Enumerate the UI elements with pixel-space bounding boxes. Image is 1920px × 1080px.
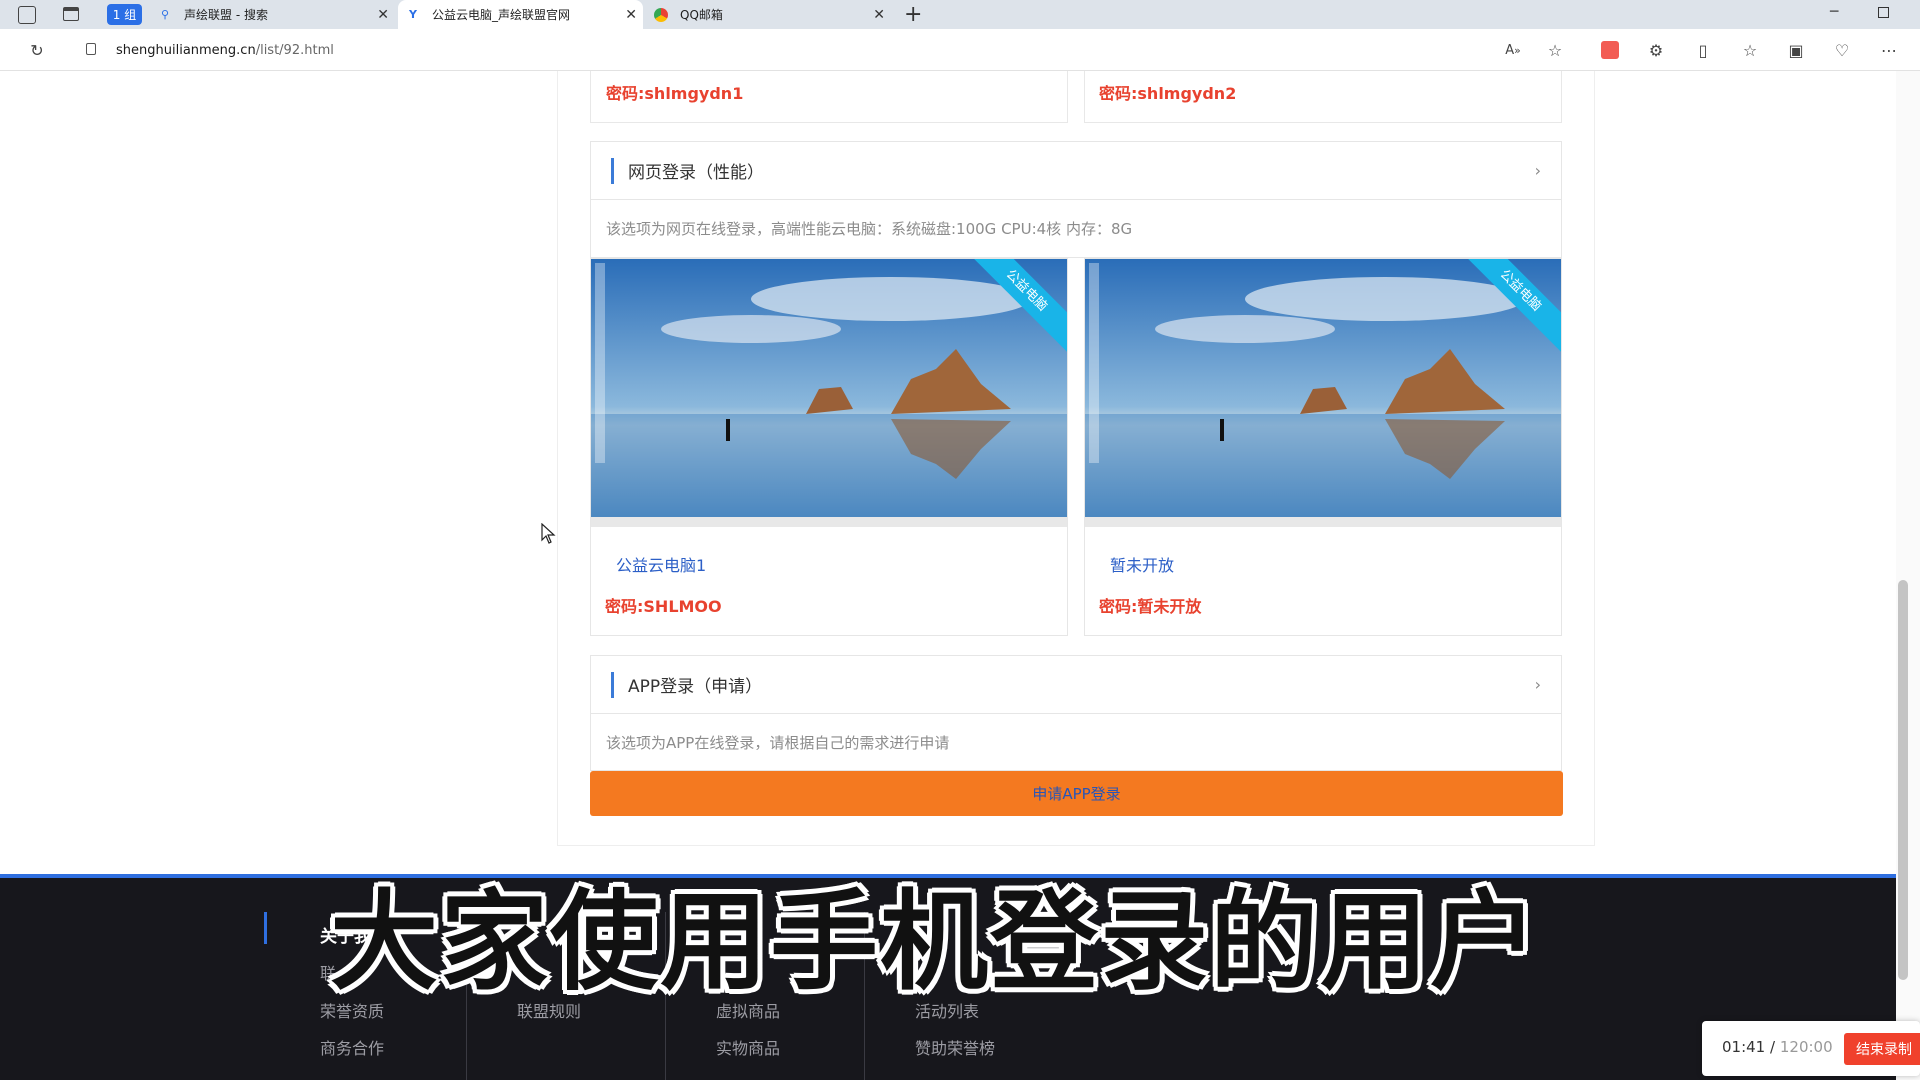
browser-essentials-icon[interactable]: ♡ [1829,37,1855,63]
apply-app-login-button[interactable]: 申请APP登录 [590,771,1563,816]
stop-recording-button[interactable]: 结束录制 [1844,1033,1920,1065]
favorites-icon[interactable]: ☆ [1737,37,1763,63]
cloud-pc-name[interactable]: 暂未开放 [1110,552,1174,576]
url-text: shenghuilianmeng.cn/list/92.html [116,42,334,58]
extension-red-icon[interactable] [1597,37,1623,63]
password-text: 密码:shlmgydn2 [1099,84,1237,103]
tab-title: QQ邮箱 [680,8,723,22]
read-aloud-icon[interactable]: A» [1500,37,1526,63]
split-screen-icon[interactable]: ▯ [1690,37,1716,63]
tab-qqmail[interactable]: QQ邮箱 ✕ [646,0,891,29]
screen-recorder-widget: 01:41 / 120:00 结束录制 [1702,1021,1920,1076]
web-login-header[interactable]: 网页登录（性能） › [590,141,1562,200]
section-title: 网页登录（性能） [628,163,764,183]
accent-bar [611,157,614,184]
site-logo-icon: Y [409,8,417,21]
close-icon[interactable]: ✕ [625,7,637,23]
cloud-pc-card-2[interactable]: 公益电脑 暂未开放 密码:暂未开放 [1084,258,1562,636]
section-description: 该选项为网页在线登录，高端性能云电脑：系统磁盘:100G CPU:4核 内存：8… [590,200,1562,258]
cloud-pc-card-1[interactable]: 公益电脑 公益云电脑1 密码:SHLMOO [590,258,1068,636]
restore-icon[interactable] [1878,7,1889,18]
tab-group-label[interactable]: 1 组 [107,4,142,25]
workspaces-icon[interactable] [18,6,36,24]
collections-icon[interactable]: ▣ [1783,37,1809,63]
tab-title: 公益云电脑_声绘联盟官网 [432,8,571,22]
chrome-icon [654,7,668,22]
scrollbar-thumb[interactable] [1898,580,1908,980]
search-icon: ⚲ [160,8,170,21]
browser-tab-bar: 1 组 ⚲ 声绘联盟 - 搜索 ✕ Y 公益云电脑_声绘联盟官网 ✕ QQ邮箱 … [0,0,1920,29]
lock-icon[interactable] [86,43,96,55]
address-bar-row: ↻ shenghuilianmeng.cn/list/92.html A» ☆ … [0,29,1920,71]
section-description: 该选项为APP在线登录，请根据自己的需求进行申请 [590,714,1562,771]
close-icon[interactable]: ✕ [873,7,885,23]
chevron-right-icon[interactable]: › [1535,161,1541,180]
password-text: 密码:SHLMOO [605,597,722,616]
desktop-preview-image[interactable]: 公益电脑 [591,259,1067,527]
recording-timer: 01:41 / 120:00 [1722,1038,1833,1056]
mouse-cursor-icon [541,523,556,544]
total-time: 120:00 [1779,1038,1833,1056]
elapsed-time: 01:41 [1722,1038,1766,1056]
tab-search[interactable]: ⚲ 声绘联盟 - 搜索 ✕ [150,0,395,29]
app-login-header[interactable]: APP登录（申请） › [590,655,1562,714]
more-menu-icon[interactable]: ⋯ [1876,37,1902,63]
tab-title: 声绘联盟 - 搜索 [184,8,268,22]
chevron-right-icon[interactable]: › [1535,675,1541,694]
time-separator: / [1770,1038,1776,1056]
favorite-star-icon[interactable]: ☆ [1542,37,1568,63]
url-field[interactable]: shenghuilianmeng.cn/list/92.html [72,34,1582,66]
desktop-preview-image[interactable]: 公益电脑 [1085,259,1561,527]
new-tab-icon[interactable]: + [904,2,922,27]
footer-link[interactable]: 商务合作 [320,1035,384,1059]
section-title: APP登录（申请） [628,677,763,697]
footer-link[interactable]: 实物商品 [716,1035,780,1059]
extensions-icon[interactable]: ⚙ [1643,37,1669,63]
video-subtitle: 大家使用手机登录的用户 [330,880,1541,1005]
reload-icon[interactable]: ↻ [24,37,50,63]
tab-actions-icon[interactable] [63,7,79,21]
tab-site[interactable]: Y 公益云电脑_声绘联盟官网 ✕ [398,0,643,29]
cloud-pc-name[interactable]: 公益云电脑1 [616,552,706,576]
accent-bar [611,671,614,698]
footer-link[interactable]: 赞助荣誉榜 [915,1035,995,1059]
password-text: 密码:shlmgydn1 [606,84,744,103]
minimize-icon[interactable]: ─ [1830,4,1838,20]
password-text: 密码:暂未开放 [1099,597,1202,616]
close-icon[interactable]: ✕ [377,7,389,23]
